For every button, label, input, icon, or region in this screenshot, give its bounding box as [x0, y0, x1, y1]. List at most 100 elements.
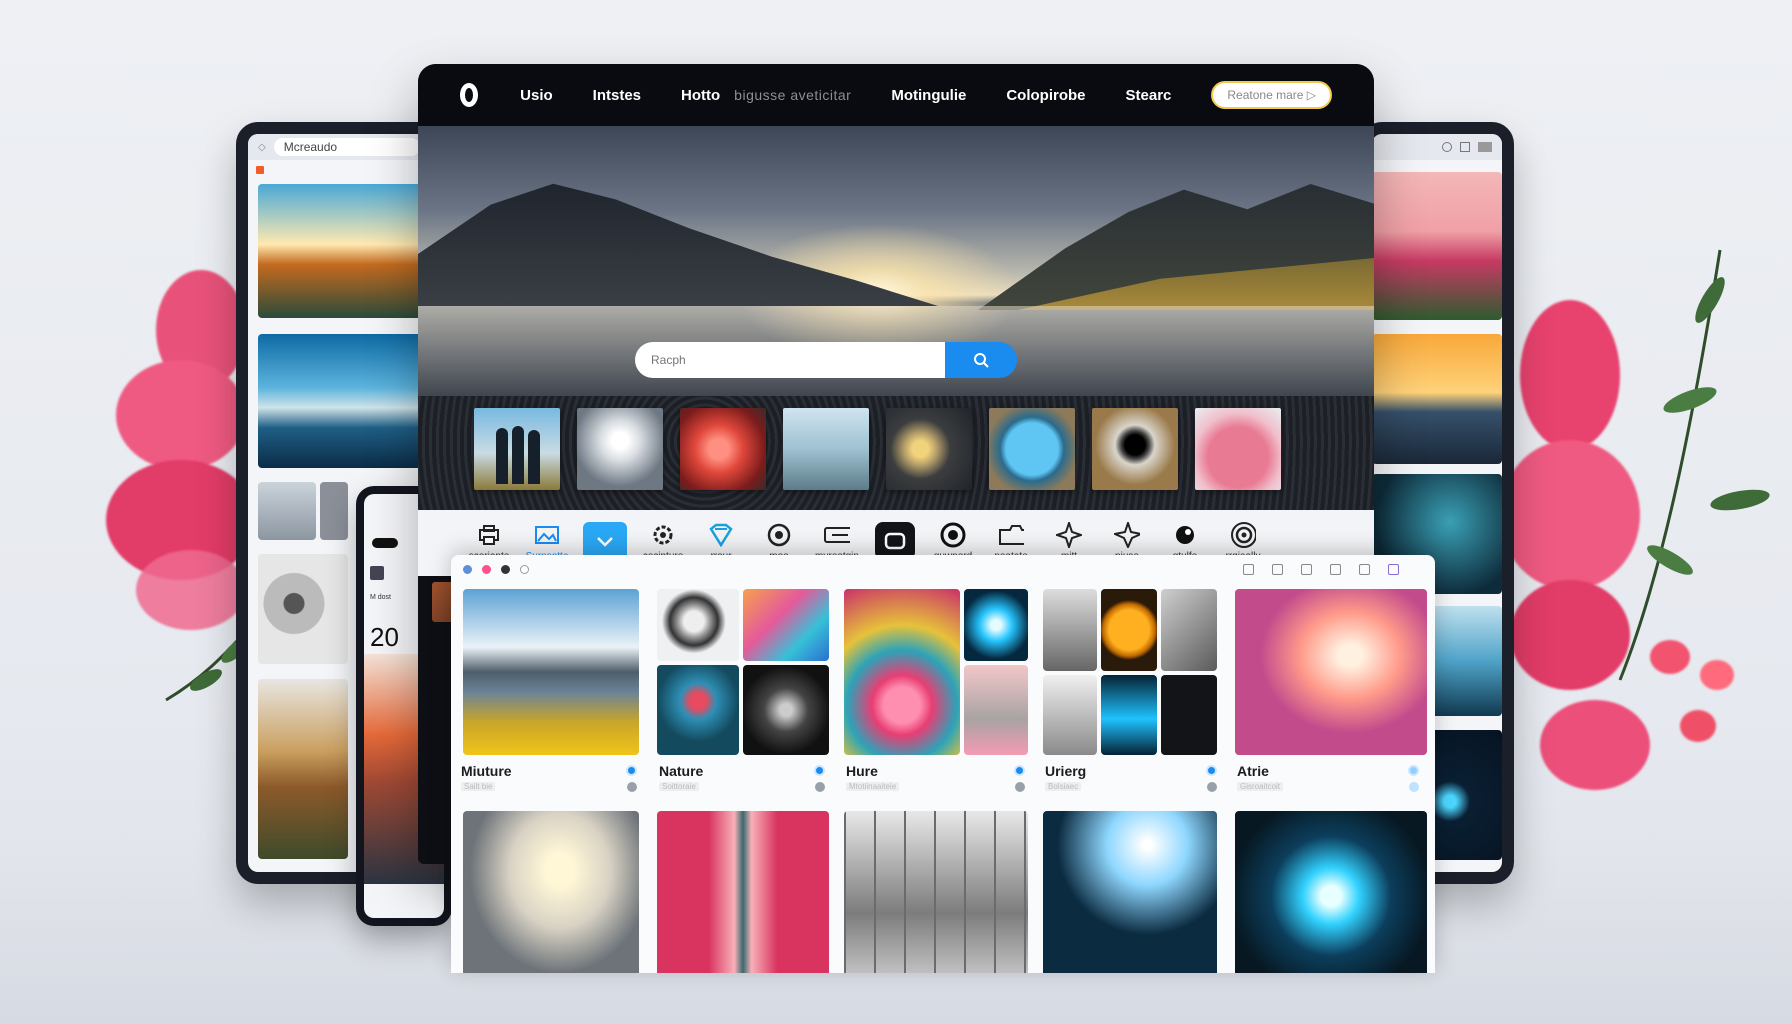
refresh-icon[interactable] — [1442, 142, 1452, 152]
nav-item-3[interactable]: Hotto — [681, 87, 720, 104]
phone-thumb-image[interactable] — [370, 566, 384, 580]
people-silhouette-thumb[interactable] — [474, 408, 560, 490]
sparkle-icon — [1056, 522, 1082, 548]
logo-icon[interactable] — [460, 83, 479, 107]
mountain-sunset-image[interactable] — [258, 679, 348, 859]
circle-target-icon — [767, 523, 791, 547]
search-icon — [974, 353, 989, 368]
verified-icon — [1408, 765, 1419, 776]
home-icon[interactable] — [1460, 142, 1470, 152]
verified-icon — [814, 765, 825, 776]
pink-sunset-field-image[interactable] — [1235, 589, 1427, 755]
cat-sketch-image[interactable] — [1161, 589, 1217, 671]
cyan-horizon-image[interactable] — [1101, 675, 1157, 755]
gallery-window: Miuture Sailt bie Nature Soittoraie Hure… — [451, 555, 1435, 973]
eye-sketch-image[interactable] — [258, 554, 348, 664]
verified-icon — [1206, 765, 1217, 776]
misty-forest-image[interactable] — [1043, 589, 1097, 671]
stem-icon — [1618, 249, 1770, 681]
neon-arch-image[interactable] — [1043, 811, 1217, 973]
yellow-field-image[interactable] — [463, 811, 639, 973]
dark-orb-image[interactable] — [743, 665, 829, 755]
blue-sphere-thumb[interactable] — [989, 408, 1075, 490]
left-mountain — [418, 183, 938, 306]
printer-icon — [479, 525, 499, 545]
pink-bridge-image[interactable] — [657, 811, 829, 973]
nav-item-5[interactable]: Colopirobe — [1006, 87, 1085, 104]
card-subtitle: Bolsiaec — [1045, 782, 1082, 791]
left-tablet-toolbar: ◇ Mcreaudo — [248, 134, 430, 160]
diamond-icon — [709, 523, 733, 547]
blue-vortex-image[interactable] — [1235, 811, 1427, 973]
golden-sunset-image[interactable] — [1372, 334, 1502, 464]
left-tablet-url[interactable]: Mcreaudo — [273, 138, 420, 156]
phone-toggle-icon[interactable] — [372, 538, 398, 548]
target-ring-icon — [1231, 522, 1256, 548]
window-dot-pink[interactable] — [482, 564, 491, 574]
pink-yellow-flowers-image[interactable] — [844, 589, 960, 755]
sunburst-thumb[interactable] — [577, 408, 663, 490]
image-frame-icon — [535, 526, 559, 544]
card-subtitle: Sailt bie — [461, 782, 496, 791]
lake-mountain-image[interactable] — [463, 589, 639, 755]
pink-flowers-image[interactable] — [1372, 172, 1502, 320]
card-subtitle: Gisroaitcoit — [1237, 782, 1284, 791]
search-button[interactable] — [945, 342, 1017, 378]
nav-muted-text[interactable]: bigusse aveticitar — [734, 87, 851, 103]
grid-icon[interactable] — [1243, 563, 1254, 575]
nav-item-6[interactable]: Stearc — [1126, 87, 1172, 104]
card-title: Urierg — [1045, 763, 1087, 779]
share-icon[interactable] — [1359, 563, 1370, 575]
settings-icon[interactable] — [520, 564, 529, 574]
dark-logo-image[interactable] — [1161, 675, 1217, 755]
list-icon[interactable] — [1301, 563, 1312, 575]
lens-icon — [940, 522, 966, 548]
file-icon[interactable] — [1330, 563, 1341, 575]
cta-button[interactable]: Reatone mare ▷ — [1211, 81, 1332, 109]
glass-walkway-image[interactable] — [844, 811, 1028, 973]
verified-icon — [1014, 765, 1025, 776]
orange-burst-image[interactable] — [1101, 589, 1157, 671]
walker-image[interactable] — [1043, 675, 1097, 755]
geometric-image[interactable] — [743, 589, 829, 661]
info-icon[interactable] — [815, 782, 825, 792]
search-bar — [635, 342, 1017, 378]
camera-lens-image[interactable] — [657, 589, 739, 661]
hero-banner — [418, 126, 1374, 510]
sunset-lake-image[interactable] — [258, 184, 428, 318]
blue-flowers-image[interactable] — [657, 665, 739, 755]
nav-item-1[interactable]: Usio — [520, 87, 553, 104]
search-input[interactable] — [635, 342, 945, 378]
tag-icon[interactable] — [1388, 563, 1399, 575]
phone-number: 20 — [370, 622, 399, 652]
tree-image[interactable] — [258, 482, 316, 540]
nav-item-2[interactable]: Intstes — [593, 87, 641, 104]
blob-icon — [1176, 526, 1194, 544]
gallery-titlebar — [451, 555, 1435, 583]
card-title: Nature — [659, 763, 704, 779]
info-icon[interactable] — [1409, 782, 1419, 792]
dark-thumb-image[interactable] — [320, 482, 348, 540]
info-icon[interactable] — [1207, 782, 1217, 792]
window-dot-dark[interactable] — [501, 564, 510, 574]
card-title: Hure — [846, 763, 878, 779]
lens-thumb[interactable] — [886, 408, 972, 490]
info-icon[interactable] — [627, 782, 637, 792]
pink-tree-thumb[interactable] — [1195, 408, 1281, 490]
heart-icon[interactable] — [1272, 563, 1283, 575]
chevron-down-icon — [597, 537, 613, 547]
phone-label: M dost — [370, 594, 392, 601]
blue-glow-image[interactable] — [964, 589, 1028, 661]
eye-thumb[interactable] — [1092, 408, 1178, 490]
nav-item-4[interactable]: Motingulie — [891, 87, 966, 104]
blue-lake-image[interactable] — [258, 334, 428, 468]
misty-shore-thumb[interactable] — [783, 408, 869, 490]
pink-corridor-image[interactable] — [964, 665, 1028, 755]
red-rose-thumb[interactable] — [680, 408, 766, 490]
back-icon[interactable]: ◇ — [258, 142, 266, 153]
right-tablet-toolbar — [1372, 134, 1502, 160]
top-navigation: Usio Intstes Hotto bigusse aveticitar Mo… — [418, 64, 1374, 126]
window-dot-blue[interactable] — [463, 564, 472, 574]
menu-icon[interactable] — [1478, 142, 1492, 152]
info-icon[interactable] — [1015, 782, 1025, 792]
